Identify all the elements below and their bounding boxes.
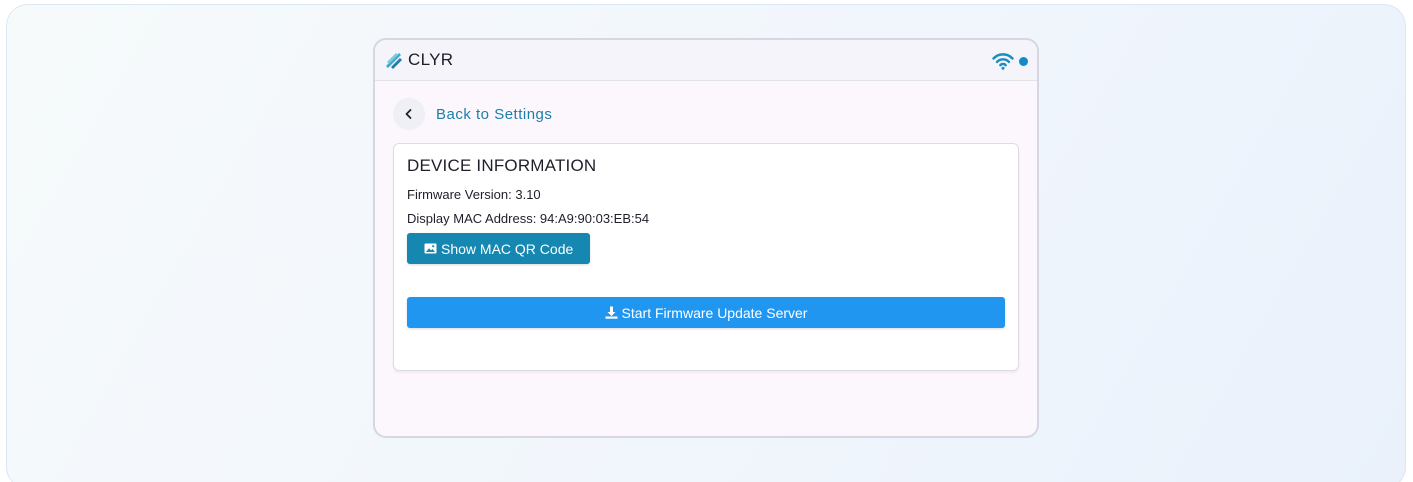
- title-bar: CLYR: [375, 40, 1037, 81]
- device-info-card: DEVICE INFORMATION Firmware Version: 3.1…: [393, 143, 1019, 371]
- device-screen: CLYR Back to Settings DEVICE INFORMATION…: [373, 38, 1039, 438]
- show-mac-qr-button[interactable]: Show MAC QR Code: [407, 233, 591, 264]
- settings-content: Back to Settings DEVICE INFORMATION Firm…: [375, 81, 1037, 371]
- download-icon: [605, 306, 618, 319]
- mac-address: Display MAC Address: 94:A9:90:03:EB:54: [407, 211, 650, 226]
- status-dot: [1019, 56, 1028, 66]
- start-firmware-update-button[interactable]: Start Firmware Update Server: [407, 297, 1005, 328]
- section-title: DEVICE INFORMATION: [407, 156, 597, 175]
- start-firmware-update-label: Start Firmware Update Server: [621, 304, 808, 321]
- firmware-version: Firmware Version: 3.10: [407, 187, 541, 202]
- back-to-settings-label[interactable]: Back to Settings: [436, 106, 552, 123]
- wifi-icon: [992, 52, 1014, 70]
- clyr-logo-icon: [384, 50, 404, 70]
- show-mac-qr-label: Show MAC QR Code: [441, 240, 574, 257]
- chevron-left-icon: [405, 109, 412, 119]
- status-area: [992, 52, 1028, 70]
- back-to-settings-link[interactable]: Back to Settings: [393, 98, 1019, 130]
- brand-name: CLYR: [408, 50, 454, 69]
- back-button[interactable]: [393, 98, 425, 130]
- image-icon: [424, 243, 437, 254]
